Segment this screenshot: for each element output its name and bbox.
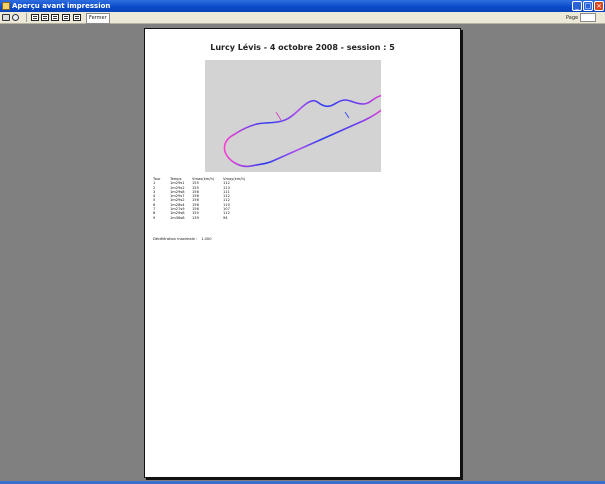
track-line [223, 94, 381, 168]
six-pages-icon[interactable] [73, 14, 81, 21]
maximize-button[interactable]: □ [583, 1, 593, 11]
two-pages-icon[interactable] [41, 14, 49, 21]
lap-cell: 9 [153, 215, 156, 220]
track-map-svg [223, 94, 381, 168]
pit-lane-line [275, 111, 282, 121]
close-preview-button[interactable]: Fermer [86, 13, 110, 24]
track-map [205, 60, 381, 172]
zoom-icon[interactable] [12, 14, 19, 21]
vavg-cell: 94 [223, 215, 228, 220]
max-deceleration-label: Décélération maximale : [153, 237, 198, 241]
max-deceleration: Décélération maximale :1.000 [153, 237, 211, 241]
close-button[interactable]: × [594, 1, 604, 11]
print-icon[interactable] [2, 14, 10, 21]
page-number-spinner[interactable] [580, 13, 596, 22]
preview-page: Lurcy Lévis - 4 octobre 2008 - session :… [144, 28, 461, 478]
application-icon [2, 2, 10, 10]
time-cell: 1m36s8 [170, 215, 185, 220]
minimize-button[interactable]: _ [572, 1, 582, 11]
four-pages-icon[interactable] [62, 14, 70, 21]
window-title: Aperçu avant impression [12, 2, 111, 10]
finish-marker [344, 111, 350, 119]
page-label: Page [566, 15, 579, 21]
lap-table: Tour Temps Vmax(km/h) Vmoy(km/h) 1 1m29s1… [153, 177, 245, 220]
title-bar: Aperçu avant impression _ □ × [0, 0, 605, 12]
report-title: Lurcy Lévis - 4 octobre 2008 - session :… [210, 43, 395, 52]
toolbar: Fermer Page [0, 12, 605, 24]
toolbar-separator [26, 13, 27, 22]
table-row: 9 1m36s8 139 94 [153, 216, 245, 220]
max-deceleration-value: 1.000 [201, 237, 212, 241]
three-pages-icon[interactable] [51, 14, 59, 21]
one-page-icon[interactable] [31, 14, 39, 21]
vmax-cell: 139 [192, 215, 199, 220]
